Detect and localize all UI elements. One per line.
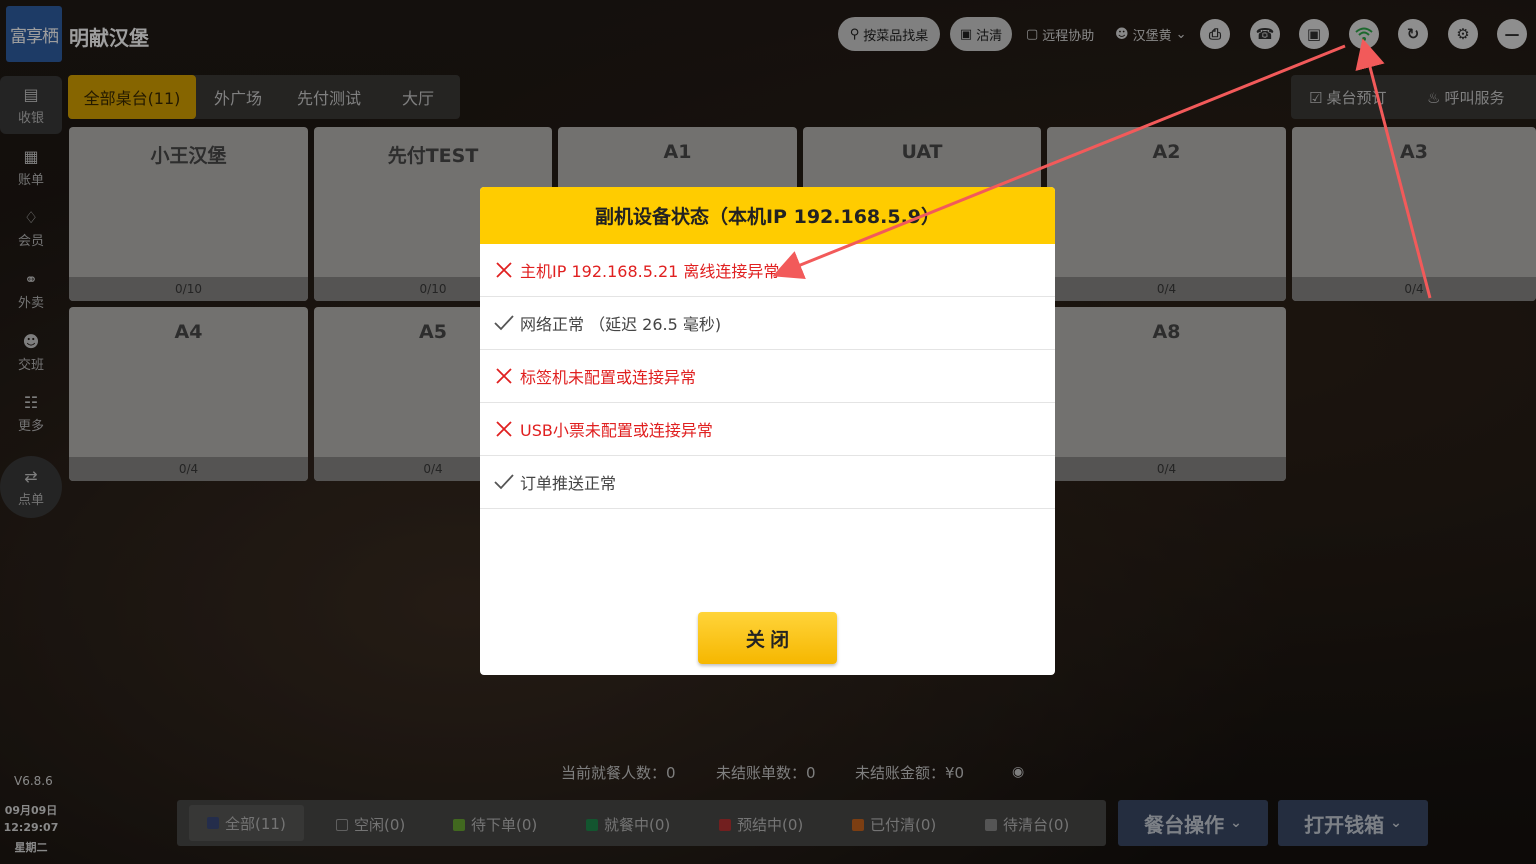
status-row-host-ip: 主机IP 192.168.5.21 离线连接异常 [480,244,1055,297]
cross-icon [492,419,516,439]
device-status-dialog: 副机设备状态（本机IP 192.168.5.9） 主机IP 192.168.5.… [480,187,1055,675]
status-row-order-push: 订单推送正常 [480,456,1055,509]
status-row-label-printer: 标签机未配置或连接异常 [480,350,1055,403]
status-row-network: 网络正常 （延迟 26.5 毫秒) [480,297,1055,350]
check-icon [492,472,516,492]
status-row-usb-printer: USB小票未配置或连接异常 [480,403,1055,456]
dialog-title: 副机设备状态（本机IP 192.168.5.9） [480,187,1055,244]
check-icon [492,313,516,333]
cross-icon [492,260,516,280]
close-button[interactable]: 关 闭 [698,612,837,664]
cross-icon [492,366,516,386]
